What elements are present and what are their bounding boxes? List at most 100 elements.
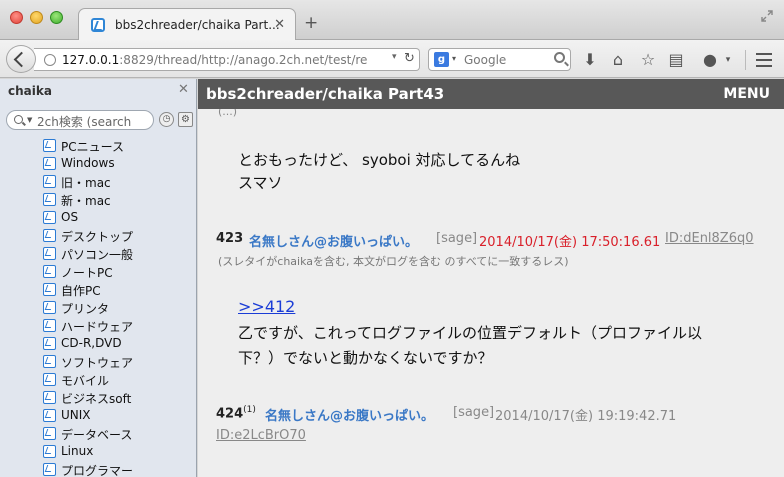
home-icon[interactable]: ⌂	[608, 50, 628, 70]
board-icon	[43, 463, 56, 476]
search-mode-dropdown-icon[interactable]: ▼	[27, 116, 32, 124]
board-item[interactable]: CD-R,DVD	[0, 335, 196, 353]
board-item[interactable]: ノートPC	[0, 263, 196, 281]
tab-close-icon[interactable]: ✕	[274, 17, 285, 32]
search-input[interactable]: Google	[464, 53, 506, 67]
board-icon	[43, 211, 56, 224]
reply-anchor-link[interactable]: >>412	[238, 297, 295, 316]
post-mail: [sage]	[436, 231, 478, 246]
tab-active[interactable]: bbs2chreader/chaika Part... ✕	[78, 8, 296, 41]
google-engine-icon[interactable]: g	[434, 52, 449, 67]
post-number[interactable]: 423	[216, 231, 243, 246]
post-number[interactable]: 424(1)	[216, 405, 256, 421]
board-label: パソコン一般	[61, 248, 134, 262]
board-item[interactable]: PCニュース	[0, 137, 196, 155]
board-icon	[43, 301, 56, 314]
search-icon[interactable]	[554, 52, 565, 63]
board-item[interactable]: ソフトウェア	[0, 353, 196, 371]
board-label: ビジネスsoft	[61, 392, 132, 406]
post-body-line: 乙ですが、これってログファイルの位置デフォルト（プロファイル以	[238, 324, 702, 342]
board-item[interactable]: OS	[0, 209, 196, 227]
history-icon[interactable]: ◷	[159, 112, 174, 127]
board-item[interactable]: ハードウェア	[0, 317, 196, 335]
board-icon	[43, 247, 56, 260]
url-dropdown-icon[interactable]: ▾	[392, 52, 397, 62]
post-date: 2014/10/17(金) 17:50:16.61	[479, 235, 661, 250]
post-author-name: 名無しさん@お腹いっぱい。	[265, 409, 435, 424]
post-body-line: とおもったけど、 syoboi 対応してるんね	[238, 151, 521, 169]
addon-dropdown-icon[interactable]: ▾	[718, 50, 738, 70]
post-date: 2014/10/17(金) 19:19:42.71	[495, 409, 677, 424]
search-bar[interactable]: g ▾ Google	[428, 48, 571, 71]
url-path: :8829/thread/http://anago.2ch.net/test/r…	[119, 53, 368, 67]
post-body-line: スマソ	[238, 174, 283, 192]
board-label: Linux	[61, 444, 94, 458]
addon-icon[interactable]: ●	[700, 50, 720, 70]
board-icon	[43, 265, 56, 278]
board-icon	[43, 391, 56, 404]
board-icon	[43, 283, 56, 296]
board-item[interactable]: デスクトップ	[0, 227, 196, 245]
board-icon	[43, 193, 56, 206]
engine-dropdown-icon[interactable]: ▾	[452, 54, 456, 63]
tab-title: bbs2chreader/chaika Part...	[115, 18, 280, 32]
board-icon	[43, 157, 56, 170]
board-icon	[43, 427, 56, 440]
board-label: プリンタ	[61, 302, 110, 316]
board-label: Windows	[61, 156, 115, 170]
board-icon	[43, 337, 56, 350]
board-icon	[43, 445, 56, 458]
board-item[interactable]: モバイル	[0, 371, 196, 389]
thread-menu-button[interactable]: MENU	[723, 86, 770, 102]
minimize-window-button[interactable]	[30, 11, 43, 24]
nav-toolbar: 127.0.0.1:8829/thread/http://anago.2ch.n…	[0, 40, 784, 78]
reply-ref-count[interactable]: (1)	[243, 405, 256, 415]
tab-bar: bbs2chreader/chaika Part... ✕ +	[0, 0, 784, 41]
search-icon	[14, 115, 23, 124]
board-item[interactable]: プリンタ	[0, 299, 196, 317]
download-icon[interactable]: ⬇	[580, 50, 600, 70]
settings-icon[interactable]: ⚙	[178, 112, 193, 127]
board-label: PCニュース	[61, 140, 125, 154]
back-button[interactable]	[6, 45, 36, 73]
sidebar-search-input[interactable]: 2ch検索 (search	[37, 113, 131, 130]
board-item[interactable]: プログラマー	[0, 461, 196, 477]
zoom-window-button[interactable]	[50, 11, 63, 24]
board-item[interactable]: パソコン一般	[0, 245, 196, 263]
board-icon	[43, 409, 56, 422]
board-label: ハードウェア	[61, 320, 134, 334]
globe-icon	[44, 54, 56, 66]
board-icon	[43, 319, 56, 332]
url-bar[interactable]: 127.0.0.1:8829/thread/http://anago.2ch.n…	[34, 48, 420, 71]
board-item[interactable]: 新・mac	[0, 191, 196, 209]
post-id-link[interactable]: ID:dEnl8Z6q0	[665, 231, 754, 246]
board-label: ソフトウェア	[61, 356, 134, 370]
reload-icon[interactable]: ↻	[404, 51, 415, 66]
board-icon	[43, 175, 56, 188]
board-item[interactable]: Linux	[0, 443, 196, 461]
post-mail: [sage]	[453, 405, 495, 420]
close-window-button[interactable]	[10, 11, 23, 24]
board-label: 自作PC	[61, 284, 101, 298]
bookmark-star-icon[interactable]: ☆	[638, 50, 658, 70]
fullscreen-icon[interactable]	[761, 10, 773, 22]
board-label: モバイル	[61, 374, 110, 388]
url-text[interactable]: 127.0.0.1:8829/thread/http://anago.2ch.n…	[62, 53, 384, 67]
sidebar-close-icon[interactable]: ✕	[178, 82, 189, 97]
sidebar-search-field[interactable]: ▼ 2ch検索 (search	[6, 110, 154, 130]
board-label: 旧・mac	[61, 176, 111, 190]
board-item[interactable]: データベース	[0, 425, 196, 443]
thread-view: (...) とおもったけど、 syoboi 対応してるんね スマソ 423 名無…	[198, 79, 784, 477]
hamburger-menu-icon[interactable]	[756, 53, 772, 71]
board-label: 新・mac	[61, 194, 111, 208]
board-item[interactable]: ビジネスsoft	[0, 389, 196, 407]
board-label: OS	[61, 210, 79, 224]
new-tab-icon[interactable]: +	[304, 13, 318, 33]
board-label: データベース	[61, 428, 133, 442]
board-item[interactable]: 自作PC	[0, 281, 196, 299]
post-id-link[interactable]: ID:e2LcBrO70	[216, 428, 306, 443]
board-item[interactable]: 旧・mac	[0, 173, 196, 191]
bookmarks-list-icon[interactable]: ▤	[666, 50, 686, 70]
board-item[interactable]: UNIX	[0, 407, 196, 425]
board-item[interactable]: Windows	[0, 155, 196, 173]
